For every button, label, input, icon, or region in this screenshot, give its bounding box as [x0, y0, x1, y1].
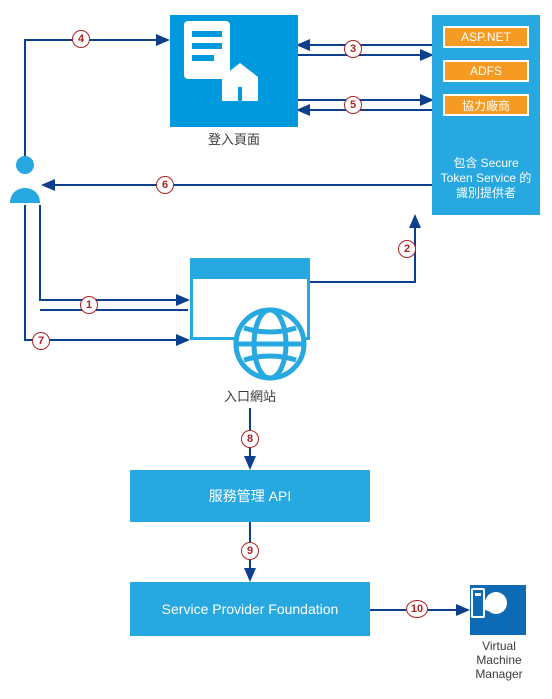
step-7: 7	[32, 332, 50, 350]
spf-label: Service Provider Foundation	[162, 601, 339, 617]
vmm-tile	[470, 585, 526, 635]
step-3: 3	[344, 40, 362, 58]
user-icon	[8, 155, 42, 203]
portal-tile	[190, 258, 310, 378]
step-9: 9	[241, 542, 259, 560]
login-page-doc-icon	[170, 15, 260, 105]
idp-item-partner-label: 協力廠商	[462, 97, 510, 114]
spf-box: Service Provider Foundation	[130, 582, 370, 636]
login-page-label: 登入頁面	[170, 133, 298, 148]
login-page-tile	[170, 15, 298, 127]
globe-icon	[232, 306, 308, 382]
api-box: 服務管理 API	[130, 470, 370, 522]
step-6: 6	[156, 176, 174, 194]
vmm-label-text: Virtual Machine Manager	[475, 639, 522, 681]
idp-item-partner: 協力廠商	[443, 94, 529, 116]
step-5: 5	[344, 96, 362, 114]
idp-item-aspnet: ASP.NET	[443, 26, 529, 48]
step-10: 10	[406, 600, 428, 618]
identity-provider-label: 包含 Secure Token Service 的識別提供者	[438, 156, 534, 201]
step-2: 2	[398, 240, 416, 258]
portal-label: 入口網站	[190, 390, 310, 405]
idp-item-adfs: ADFS	[443, 60, 529, 82]
step-1: 1	[80, 296, 98, 314]
idp-item-adfs-label: ADFS	[470, 64, 502, 78]
vmm-label: Virtual Machine Manager	[462, 640, 536, 681]
vmm-icon	[470, 585, 510, 621]
api-label: 服務管理 API	[209, 486, 291, 506]
step-8: 8	[241, 430, 259, 448]
idp-item-aspnet-label: ASP.NET	[461, 30, 511, 44]
step-4: 4	[72, 30, 90, 48]
